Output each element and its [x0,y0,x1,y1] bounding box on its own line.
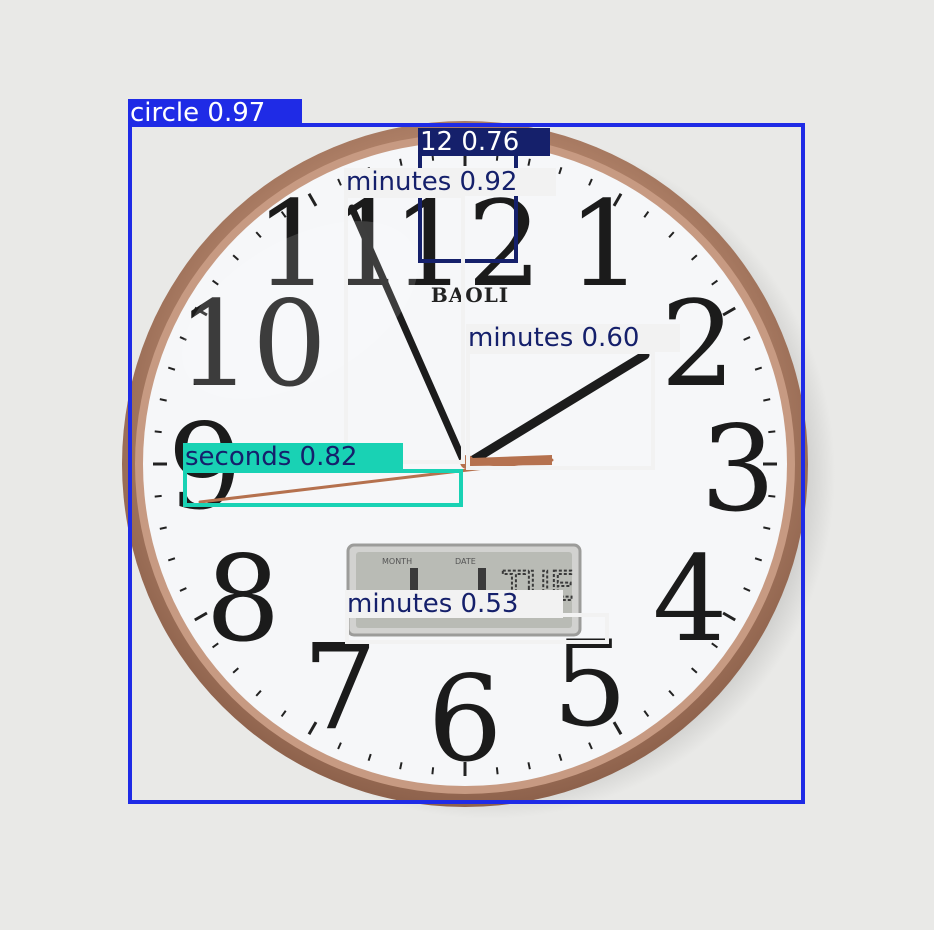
detection-label-minutes-3-score: 0.53 [460,589,519,619]
detection-label-seconds-class: seconds [185,442,292,472]
detection-label-minutes-3: minutes 0.53 [345,590,563,618]
detection-label-circle-class: circle [130,98,200,128]
detection-box-minutes-2 [466,350,655,470]
detection-label-minutes-1: minutes 0.92 [344,168,556,196]
detection-label-minutes-3-class: minutes [347,589,453,619]
detection-label-minutes-2: minutes 0.60 [466,324,680,352]
detection-label-seconds-score: 0.82 [299,442,358,472]
detection-label-minutes-1-class: minutes [346,167,452,197]
detection-label-minutes-1-score: 0.92 [459,167,518,197]
detection-box-seconds [183,469,463,507]
detection-label-circle: circle 0.97 [128,99,302,127]
detection-label-circle-score: 0.97 [207,98,266,128]
detection-label-12-class: 12 [420,127,454,157]
detection-box-minutes-1 [344,194,465,464]
detection-label-minutes-2-score: 0.60 [581,323,640,353]
detection-label-seconds: seconds 0.82 [183,443,403,471]
detection-label-minutes-2-class: minutes [468,323,574,353]
detection-label-12-score: 0.76 [461,127,520,157]
scene: 12 1 2 3 4 5 6 7 8 9 10 11 BAOLI MONTH D… [0,0,934,926]
detection-label-12: 12 0.76 [418,128,550,156]
